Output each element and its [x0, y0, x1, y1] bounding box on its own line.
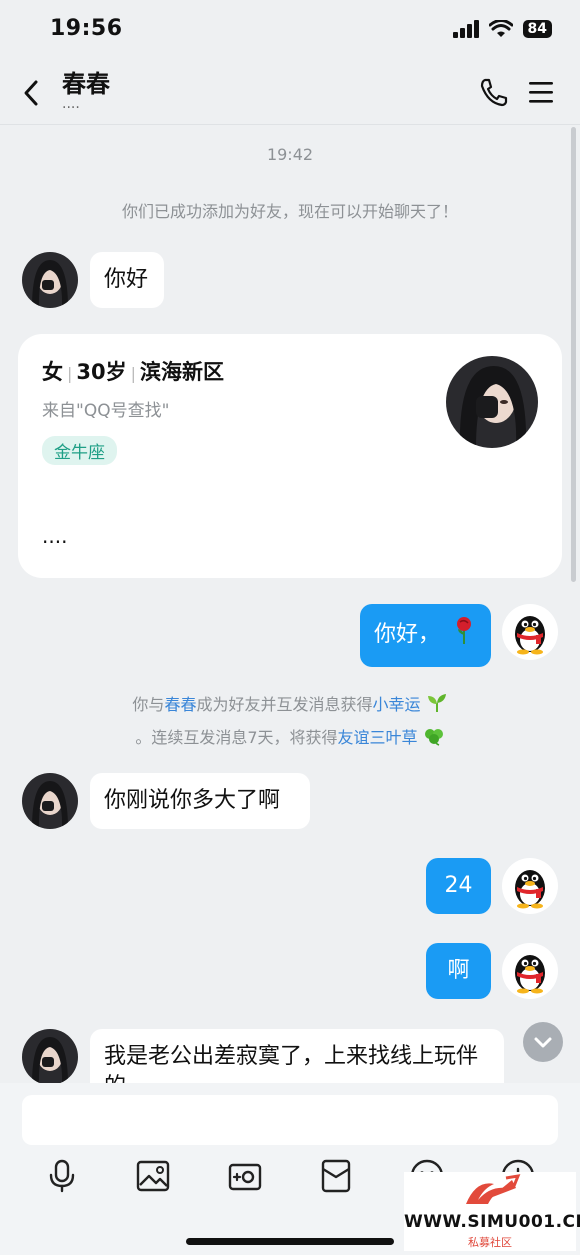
profile-avatar[interactable]	[446, 356, 538, 448]
message-text: 你好，	[374, 622, 441, 647]
home-indicator	[186, 1238, 394, 1245]
message-bubble-outgoing[interactable]: 24	[426, 858, 491, 914]
status-icons: 84	[452, 20, 552, 38]
system-message-friend-added: 你们已成功添加为好友，现在可以开始聊天了！	[121, 202, 458, 221]
watermark: WWW.SIMU001.CN 私募社区	[404, 1172, 580, 1251]
status-bar: 19:56 84	[0, 0, 580, 62]
message-bubble-incoming[interactable]: 你好	[90, 252, 164, 308]
message-input[interactable]	[22, 1095, 558, 1145]
sprout-icon	[426, 693, 448, 723]
my-avatar[interactable]	[502, 858, 558, 914]
image-icon[interactable]	[136, 1159, 170, 1193]
rose-emoji-icon	[455, 617, 473, 654]
message-bubble-incoming[interactable]: 我是老公出差寂寞了，上来找线上玩伴的	[90, 1029, 504, 1085]
watermark-logo-icon	[466, 1174, 521, 1204]
scrollbar[interactable]	[571, 127, 576, 582]
battery-indicator: 84	[522, 20, 552, 38]
back-icon[interactable]	[18, 76, 46, 110]
message-bubble-outgoing[interactable]: 你好，	[360, 604, 491, 667]
red-packet-icon[interactable]	[319, 1159, 353, 1193]
reward-text: 成为好友并互发消息获得	[196, 695, 373, 714]
chevron-down-icon	[534, 1037, 552, 1048]
profile-card[interactable]: 女 | 30岁 | 滨海新区 来自"QQ号查找" 金牛座 ....	[18, 334, 562, 578]
contact-avatar[interactable]	[22, 1029, 78, 1085]
separator: |	[67, 364, 73, 383]
profile-age: 30岁	[76, 360, 127, 384]
chat-list[interactable]: 19:42 你们已成功添加为好友，现在可以开始聊天了！ 你好 女 | 30岁 | 滨海新…	[0, 125, 580, 1085]
message-bubble-outgoing[interactable]: 啊	[426, 943, 491, 999]
status-time: 19:56	[50, 16, 123, 41]
nav-bar: 春春 ....	[0, 62, 580, 125]
my-avatar[interactable]	[502, 604, 558, 660]
separator: |	[130, 364, 137, 383]
wifi-icon	[488, 20, 513, 37]
reward-text: 你与	[132, 695, 165, 714]
scroll-to-bottom-button[interactable]	[523, 1022, 563, 1062]
microphone-icon[interactable]	[45, 1159, 79, 1193]
reward-line-1: 你与春春成为好友并互发消息获得小幸运	[0, 690, 580, 723]
profile-gender: 女	[42, 360, 63, 384]
contact-name[interactable]: 春春	[62, 64, 110, 99]
reward-link-lucky[interactable]: 小幸运	[372, 695, 420, 714]
camera-icon[interactable]	[228, 1159, 262, 1193]
system-message-reward: 你与春春成为好友并互发消息获得小幸运 。连续互发消息7天，将获得友谊三叶草	[0, 690, 580, 756]
menu-icon[interactable]	[528, 80, 554, 104]
profile-basic-info: 女 | 30岁 | 滨海新区	[42, 356, 224, 386]
signal-icon	[452, 20, 479, 38]
contact-avatar[interactable]	[22, 252, 78, 308]
clover-icon	[423, 726, 445, 756]
my-avatar[interactable]	[502, 943, 558, 999]
watermark-text: WWW.SIMU001.CN	[404, 1212, 580, 1232]
phone-icon[interactable]	[478, 76, 508, 108]
profile-source: 来自"QQ号查找"	[42, 401, 170, 421]
reward-link-clover[interactable]: 友谊三叶草	[338, 728, 418, 747]
reward-text: 。连续互发消息7天，将获得	[135, 728, 338, 747]
reward-line-2: 。连续互发消息7天，将获得友谊三叶草	[0, 723, 580, 756]
contact-subtitle: ....	[62, 96, 80, 112]
watermark-subtext: 私募社区	[468, 1236, 512, 1249]
friend-name-link[interactable]: 春春	[164, 695, 196, 714]
message-bubble-incoming[interactable]: 你刚说你多大了啊	[90, 773, 310, 829]
profile-tag: 金牛座	[42, 436, 117, 465]
contact-avatar[interactable]	[22, 773, 78, 829]
profile-location: 滨海新区	[140, 360, 225, 384]
message-timestamp: 19:42	[266, 145, 314, 164]
profile-more: ....	[42, 524, 68, 548]
